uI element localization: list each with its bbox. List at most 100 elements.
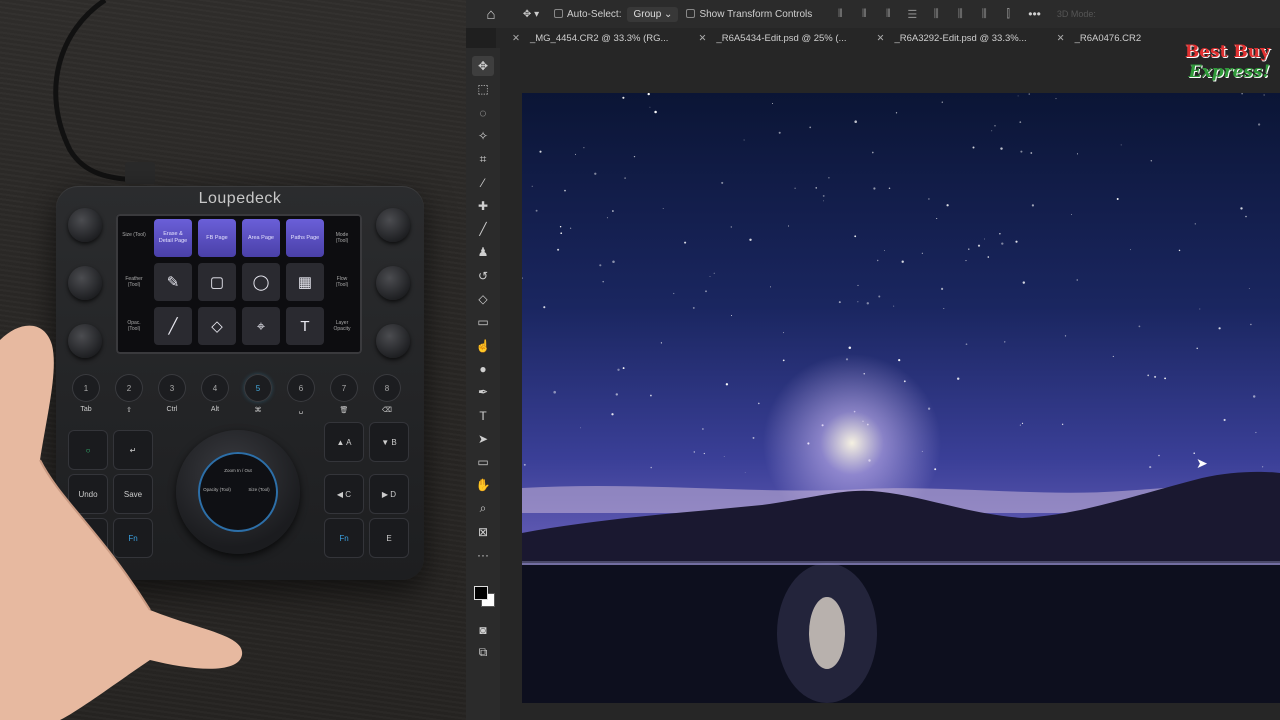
magic-wand-icon[interactable]: ✧	[472, 126, 494, 146]
mountains-and-lake	[522, 471, 1280, 703]
knob-left-2[interactable]	[68, 266, 102, 300]
up-a-key[interactable]: ▲ A	[324, 422, 364, 462]
crop-icon[interactable]: ⌗	[472, 149, 494, 169]
screen-label-right: Layer Opacity	[333, 320, 351, 332]
hand	[0, 325, 243, 720]
close-icon[interactable]: ✕	[1057, 33, 1065, 44]
screen-label-right: Flow (Tool)	[335, 276, 349, 288]
tab-title: _R6A0476.CR2	[1074, 32, 1142, 44]
3d-mode-label: 3D Mode:	[1056, 9, 1096, 19]
eraser-icon[interactable]: ◇	[472, 289, 494, 309]
fn-label: Fn	[339, 533, 349, 543]
tools-panel: ✥ ⬚ ◌ ✧ ⌗ ⁄ ✚ ╱ ♟ ↺ ◇ ▭ ☝ ● ✒ T ➤ ▭ ✋ ⌕ ⊠ ··· ◙ ⧉	[466, 48, 500, 720]
left-c-key[interactable]: ◀ C	[324, 474, 364, 514]
auto-select-dropdown[interactable]: Group ⌄	[627, 6, 679, 22]
tab-title: _R6A3292-Edit.psd @ 33.3%...	[894, 32, 1027, 44]
screen-tool-marquee-icon[interactable]: ▢	[198, 263, 236, 301]
watermark-line1: Best Buy	[1184, 42, 1270, 62]
eyedropper-icon[interactable]: ⁄	[472, 173, 494, 193]
distribute-icon[interactable]: ☰	[900, 8, 924, 21]
history-brush-icon[interactable]: ↺	[472, 266, 494, 286]
right-d-key[interactable]: ▶ D	[369, 474, 409, 514]
number-button-8[interactable]: 8	[373, 374, 401, 402]
close-icon[interactable]: ✕	[698, 33, 706, 44]
brush-icon[interactable]: ╱	[472, 219, 494, 239]
align-center-icon[interactable]: ⫴	[852, 8, 876, 21]
number-button-7[interactable]: 7	[330, 374, 358, 402]
screen-tool-pattern-icon[interactable]: ▦	[286, 263, 324, 301]
frame-icon[interactable]: ⊠	[472, 522, 494, 542]
align-bottom-icon[interactable]: ⫼	[972, 8, 996, 21]
align-right-icon[interactable]: ⫴	[876, 8, 900, 21]
marquee-icon[interactable]: ⬚	[472, 79, 494, 99]
dodge-icon[interactable]: ●	[472, 359, 494, 379]
foreground-color-swatch[interactable]	[474, 586, 488, 600]
gradient-icon[interactable]: ▭	[472, 312, 494, 332]
page-button[interactable]: Paths Page	[286, 219, 324, 257]
page-button[interactable]: FB Page	[198, 219, 236, 257]
healing-icon[interactable]: ✚	[472, 196, 494, 216]
quick-mask-icon[interactable]: ◙	[472, 620, 494, 640]
number-button-6[interactable]: 6	[287, 374, 315, 402]
tab-title: _MG_4454.CR2 @ 33.3% (RG...	[529, 32, 669, 44]
screen-tool-type-icon[interactable]: T	[286, 307, 324, 345]
device-brand: Loupedeck	[198, 190, 282, 207]
transform-controls-checkbox[interactable]: Show Transform Controls	[686, 8, 813, 20]
auto-select-checkbox[interactable]: Auto-Select:	[554, 8, 622, 20]
down-b-key[interactable]: ▼ B	[369, 422, 409, 462]
move-tool-preset-icon[interactable]: ✥ ▾	[516, 0, 546, 28]
home-icon[interactable]: ⌂	[466, 0, 516, 28]
zoom-icon[interactable]: ⌕	[472, 499, 494, 519]
align-middle-icon[interactable]: ⫼	[948, 8, 972, 21]
more-tools-icon[interactable]: ···	[472, 545, 494, 565]
page-button[interactable]: Area Page	[242, 219, 280, 257]
knob-left-1[interactable]	[68, 208, 102, 242]
fn-key-right[interactable]: Fn	[324, 518, 364, 558]
path-select-icon[interactable]: ➤	[472, 429, 494, 449]
hand-icon[interactable]: ✋	[472, 475, 494, 495]
screen-tool-brush-icon[interactable]: ✎	[154, 263, 192, 301]
rectangle-icon[interactable]: ▭	[472, 452, 494, 472]
distribute-vertical-icon[interactable]: ⫿	[996, 8, 1020, 21]
auto-select-label: Auto-Select:	[567, 8, 622, 20]
modifier-label: ⌫	[382, 407, 392, 414]
more-options-button[interactable]: •••	[1028, 7, 1041, 21]
tab-title: _R6A5434-Edit.psd @ 25% (...	[716, 32, 847, 44]
device-photo: Loupedeck Size (Tool) Feather (Tool) Opa…	[0, 0, 466, 720]
night-sky-photo: ➤	[522, 93, 1280, 703]
pen-icon[interactable]: ✒	[472, 382, 494, 402]
document-tab[interactable]: ✕ _R6A0476.CR2	[1041, 28, 1156, 48]
e-key[interactable]: E	[369, 518, 409, 558]
usb-cable	[53, 0, 155, 184]
modifier-label: ␣	[298, 407, 304, 414]
auto-select-value: Group	[633, 8, 662, 20]
type-icon[interactable]: T	[472, 406, 494, 426]
clone-stamp-icon[interactable]: ♟	[472, 242, 494, 262]
screen-tool-lasso-icon[interactable]: ◯	[242, 263, 280, 301]
align-left-icon[interactable]: ⫴	[828, 8, 852, 21]
watermark-line2: Express!	[1188, 62, 1270, 82]
screen-mode-icon[interactable]: ⧉	[472, 642, 494, 662]
knob-right-1[interactable]	[376, 208, 410, 242]
transform-controls-label: Show Transform Controls	[699, 8, 813, 20]
screen-label-left: Feather (Tool)	[125, 276, 143, 288]
document-tab[interactable]: ✕ _MG_4454.CR2 @ 33.3% (RG...	[496, 28, 682, 48]
knob-right-2[interactable]	[376, 266, 410, 300]
mouse-cursor-icon: ➤	[1196, 455, 1208, 471]
knob-right-3[interactable]	[376, 324, 410, 358]
modifier-label: 🗑	[339, 407, 349, 414]
align-buttons: ⫴ ⫴ ⫴ ☰ ⫼ ⫼ ⫼ ⫿	[828, 8, 1020, 21]
page-button[interactable]: Erase & Detail Page	[154, 219, 192, 257]
document-tab[interactable]: ✕ _R6A5434-Edit.psd @ 25% (...	[682, 28, 860, 48]
screen-label-left: Size (Tool)	[122, 232, 146, 238]
document-tab[interactable]: ✕ _R6A3292-Edit.psd @ 33.3%...	[860, 28, 1040, 48]
close-icon[interactable]: ✕	[876, 33, 884, 44]
watermark-logo: Best Buy Express!	[1140, 8, 1270, 90]
photoshop-window: ⌂ ✥ ▾ Auto-Select: Group ⌄ Show Transfor…	[466, 0, 1280, 720]
lasso-icon[interactable]: ◌	[472, 103, 494, 123]
align-top-icon[interactable]: ⫼	[924, 8, 948, 21]
screen-label-right: Mode (Tool)	[335, 232, 349, 244]
close-icon[interactable]: ✕	[512, 33, 520, 44]
smudge-icon[interactable]: ☝	[472, 336, 494, 356]
move-icon[interactable]: ✥	[472, 56, 494, 76]
